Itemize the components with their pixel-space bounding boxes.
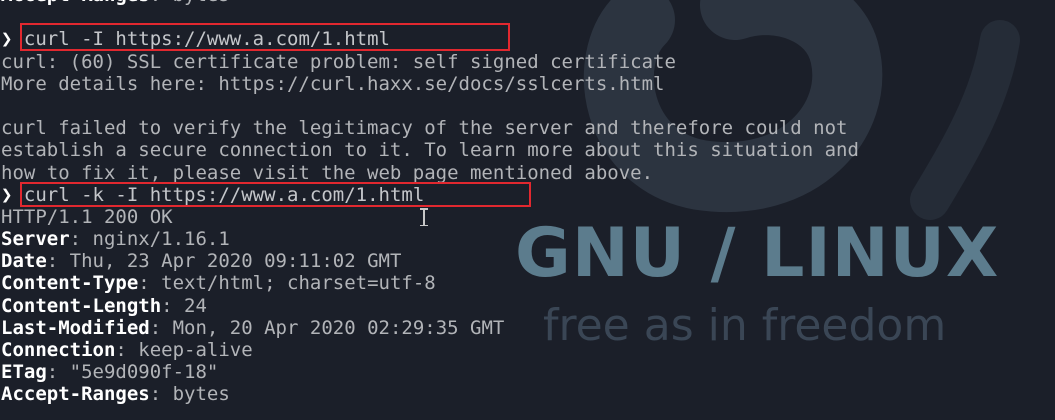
header-value: nginx/1.16.1 (92, 228, 230, 251)
output-line: curl: (60) SSL certificate problem: self… (1, 51, 859, 73)
header-separator: : (46, 250, 70, 273)
header-separator: : (46, 361, 70, 384)
header-line: Date: Thu, 23 Apr 2020 09:11:02 GMT (1, 250, 859, 272)
header-separator: : (138, 272, 162, 295)
header-key: ETag (1, 361, 47, 384)
output-line: how to fix it, please visit the web page… (1, 162, 859, 184)
prompt-symbol: ❯ (1, 183, 13, 206)
text-cursor-icon (420, 208, 428, 226)
header-separator: : (150, 0, 173, 6)
header-value: 24 (184, 294, 207, 317)
header-key: Accept-Ranges (1, 0, 150, 6)
header-line: ETag: "5e9d090f-18" (1, 361, 859, 383)
header-line: Accept-Ranges: bytes (1, 383, 859, 405)
header-value: Mon, 20 Apr 2020 02:29:35 GMT (172, 316, 505, 339)
header-separator: : (161, 294, 185, 317)
header-line: Content-Type: text/html; charset=utf-8 (1, 272, 859, 294)
header-value: bytes (172, 383, 230, 406)
header-value: bytes (173, 0, 230, 6)
highlight-box-first-command (20, 23, 510, 51)
output-line: HTTP/1.1 200 OK (1, 206, 859, 228)
header-key: Date (1, 250, 47, 273)
header-line: Server: nginx/1.16.1 (1, 228, 859, 250)
header-line: Last-Modified: Mon, 20 Apr 2020 02:29:35… (1, 317, 859, 339)
output-line: curl failed to verify the legitimacy of … (1, 117, 859, 139)
header-key: Accept-Ranges (1, 383, 150, 406)
header-value: Thu, 23 Apr 2020 09:11:02 GMT (69, 250, 402, 273)
output-line: More details here: https://curl.haxx.se/… (1, 73, 859, 95)
header-key: Connection (1, 339, 116, 361)
highlight-box-second-command (20, 182, 531, 207)
output-text: curl: (60) SSL certificate problem: self… (1, 50, 676, 73)
header-key: Content-Type (1, 272, 139, 295)
header-value: text/html; charset=utf-8 (161, 272, 436, 295)
header-separator: : (69, 228, 93, 251)
header-key: Server (1, 228, 70, 251)
header-key: Last-Modified (1, 316, 150, 339)
header-key: Content-Length (1, 294, 162, 317)
output-text: curl failed to verify the legitimacy of … (1, 117, 848, 140)
header-separator: : (149, 383, 173, 406)
output-text: establish a secure connection to it. To … (1, 139, 859, 162)
header-line: Content-Length: 24 (1, 295, 859, 317)
output-text: More details here: https://curl.haxx.se/… (1, 72, 665, 95)
output-text: HTTP/1.1 200 OK (1, 205, 173, 228)
header-line: Connection: keep-alive (1, 339, 859, 361)
header-value: "5e9d090f-18" (69, 361, 219, 384)
output-line: establish a secure connection to it. To … (1, 139, 859, 161)
header-separator: : (115, 339, 139, 361)
prompt-symbol: ❯ (1, 28, 13, 51)
header-value: keep-alive (138, 339, 253, 361)
header-separator: : (149, 316, 173, 339)
output-text: how to fix it, please visit the web page… (1, 161, 654, 184)
terminal-window[interactable]: GNU / LINUX free as in freedom Accept-Ra… (0, 0, 1055, 420)
